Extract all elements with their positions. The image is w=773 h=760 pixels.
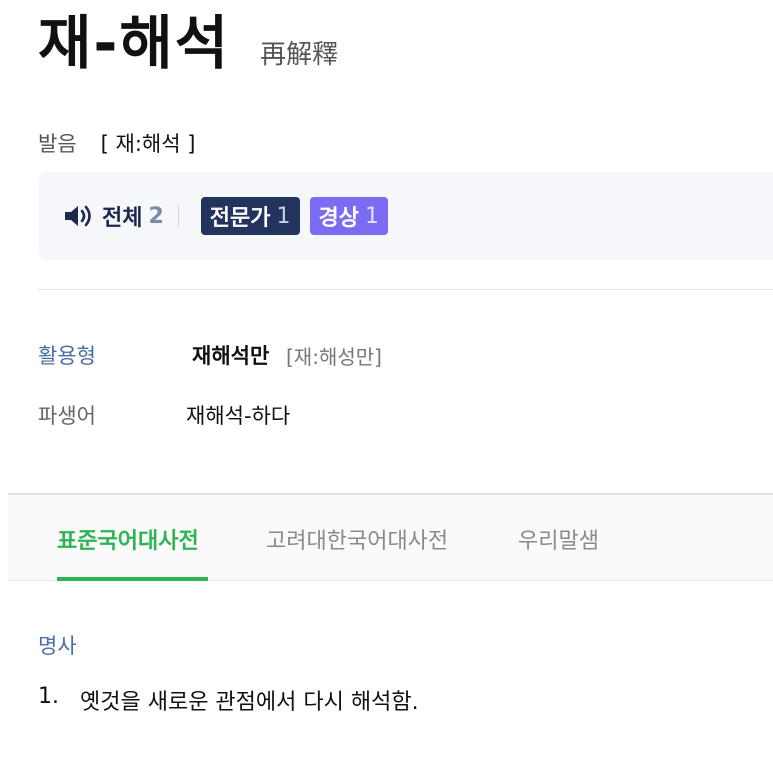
pronunciation-value: [ 재:해석 ] — [100, 132, 196, 156]
audio-separator — [177, 205, 179, 227]
badge-count: 1 — [365, 203, 380, 229]
audio-all-button[interactable]: 전체 — [102, 200, 142, 232]
tab-standard-dictionary[interactable]: 표준국어대사전 — [57, 523, 199, 555]
pronunciation-row: 발음 [ 재:해석 ] — [38, 128, 195, 158]
audio-panel: 전체 2 전문가 1 경상 1 — [38, 172, 773, 260]
derivative-row: 파생어 재해석-하다 — [38, 400, 290, 430]
audio-badge-gyeongsang[interactable]: 경상 1 — [309, 197, 389, 235]
derivative-label: 파생어 — [38, 404, 96, 428]
headword-row: 재-해석 再解釋 — [38, 14, 338, 72]
inflection-row: 활용형 재해석만 [재:해성만] — [38, 340, 382, 370]
inflection-pronunciation: [재:해성만] — [286, 344, 382, 369]
speaker-icon[interactable] — [64, 204, 94, 228]
definition-item: 1. 옛것을 새로운 관점에서 다시 해석함. — [38, 684, 419, 716]
badge-label: 전문가 — [209, 206, 271, 231]
active-tab-indicator — [57, 577, 208, 581]
badge-label: 경상 — [318, 206, 360, 231]
badge-count: 1 — [276, 203, 291, 229]
definition-number: 1. — [38, 684, 59, 709]
derivative-word[interactable]: 재해석-하다 — [186, 400, 290, 430]
headword: 재-해석 — [38, 9, 231, 77]
inflection-word: 재해석만 — [192, 344, 270, 368]
tab-korea-university-dictionary[interactable]: 고려대한국어대사전 — [266, 523, 448, 555]
tab-urimalsaem[interactable]: 우리말샘 — [518, 523, 599, 555]
pronunciation-label: 발음 — [38, 132, 77, 156]
part-of-speech: 명사 — [38, 634, 77, 658]
section-divider — [38, 289, 773, 290]
dictionary-tabs: 표준국어대사전 고려대한국어대사전 우리말샘 — [8, 495, 773, 581]
inflection-label: 활용형 — [38, 344, 96, 368]
dictionary-entry-page: 재-해석 再解釋 발음 [ 재:해석 ] 전체 2 전문가 1 경상 1 활용형… — [0, 0, 773, 760]
hanja: 再解釋 — [260, 40, 339, 70]
audio-all-count: 2 — [148, 203, 164, 229]
definition-text: 옛것을 새로운 관점에서 다시 해석함. — [80, 690, 419, 715]
audio-badge-expert[interactable]: 전문가 1 — [200, 197, 300, 235]
